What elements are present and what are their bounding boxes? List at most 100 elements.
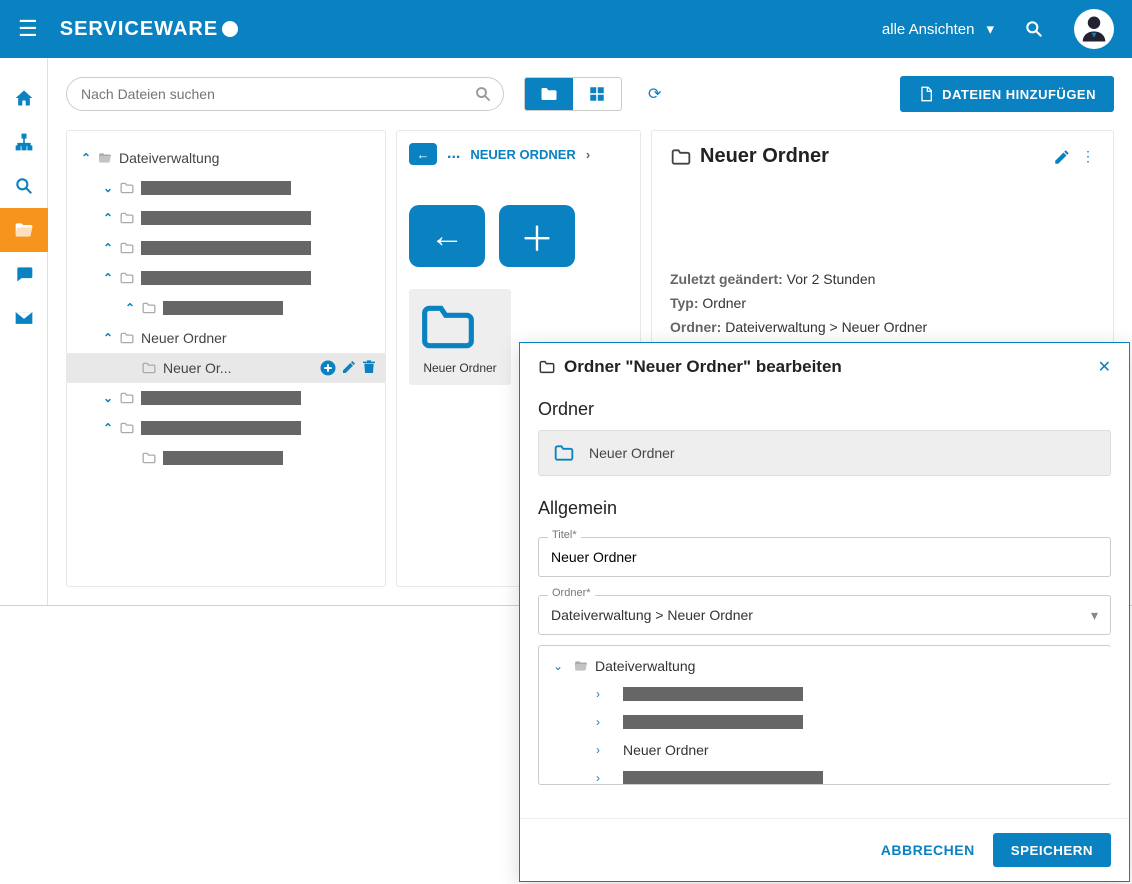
redacted-label bbox=[623, 771, 823, 785]
folder-tile-label: Neuer Ordner bbox=[415, 361, 505, 375]
folder-icon bbox=[119, 211, 135, 225]
chevron-up-icon[interactable]: ⌃ bbox=[119, 301, 141, 315]
view-grid-icon[interactable] bbox=[573, 78, 621, 110]
redacted-label bbox=[141, 391, 301, 405]
back-icon[interactable]: ← bbox=[409, 143, 437, 165]
save-button[interactable]: SPEICHERN bbox=[993, 833, 1111, 867]
tree-item-selected[interactable]: Neuer Or... bbox=[67, 353, 385, 383]
close-icon[interactable]: ✕ bbox=[1098, 357, 1111, 377]
tree-label: Dateiverwaltung bbox=[119, 150, 219, 166]
tree-item[interactable]: ⌃ bbox=[67, 203, 385, 233]
tree-panel: ⌃ Dateiverwaltung ⌄ ⌃ ⌃ bbox=[66, 130, 386, 587]
folder-chip-label: Neuer Ordner bbox=[589, 445, 675, 461]
tree-item[interactable] bbox=[67, 443, 385, 473]
chevron-right-icon[interactable]: › bbox=[589, 715, 607, 729]
tree-item[interactable]: ⌃ bbox=[67, 263, 385, 293]
big-add-button[interactable]: ＋ bbox=[499, 205, 575, 267]
chevron-up-icon[interactable]: ⌃ bbox=[97, 241, 119, 255]
chevron-up-icon[interactable]: ⌃ bbox=[97, 421, 119, 435]
search-input[interactable] bbox=[66, 77, 504, 111]
tree-item[interactable]: ⌃ bbox=[67, 233, 385, 263]
tree-picker-root[interactable]: ⌄ Dateiverwaltung bbox=[539, 652, 1111, 680]
chevron-right-icon[interactable]: › bbox=[589, 771, 607, 785]
folder-chip[interactable]: Neuer Ordner bbox=[538, 430, 1111, 476]
toolbar: ⟳ DATEIEN HINZUFÜGEN bbox=[48, 58, 1132, 130]
edit-folder-dialog: Ordner "Neuer Ordner" bearbeiten ✕ Ordne… bbox=[519, 342, 1130, 882]
brand-dot-icon bbox=[222, 21, 238, 37]
add-files-button[interactable]: DATEIEN HINZUFÜGEN bbox=[900, 76, 1114, 112]
avatar[interactable] bbox=[1074, 9, 1114, 49]
chevron-down-icon[interactable]: ⌄ bbox=[97, 181, 119, 195]
folder-select-value: Dateiverwaltung > Neuer Ordner bbox=[551, 607, 753, 623]
folder-icon bbox=[415, 299, 505, 355]
cancel-button[interactable]: ABBRECHEN bbox=[881, 842, 975, 858]
tree-root[interactable]: ⌃ Dateiverwaltung bbox=[67, 143, 385, 173]
section-folder-title: Ordner bbox=[538, 399, 1111, 420]
tree-item[interactable]: ⌄ bbox=[67, 383, 385, 413]
redacted-label bbox=[623, 687, 803, 701]
view-selector[interactable]: alle Ansichten▾ bbox=[882, 20, 994, 38]
folder-icon bbox=[141, 451, 157, 465]
nav-files-icon[interactable] bbox=[0, 208, 48, 252]
edit-icon[interactable] bbox=[341, 359, 357, 377]
tree-item-neuer-ordner[interactable]: ⌃ Neuer Ordner bbox=[67, 323, 385, 353]
folder-tile[interactable]: Neuer Ordner bbox=[409, 289, 511, 385]
title-input[interactable] bbox=[538, 537, 1111, 577]
nav-mail-icon[interactable] bbox=[0, 296, 48, 340]
tree-label: Neuer Or... bbox=[163, 360, 231, 376]
folder-open-icon bbox=[97, 151, 113, 165]
chevron-right-icon[interactable]: › bbox=[589, 687, 607, 701]
chevron-down-icon[interactable]: ⌄ bbox=[549, 659, 567, 673]
breadcrumb: ← ... NEUER ORDNER › bbox=[409, 143, 628, 165]
delete-icon[interactable] bbox=[361, 359, 377, 377]
brand: SERVICEWARE bbox=[60, 18, 238, 41]
topbar-search-icon[interactable] bbox=[1024, 19, 1044, 39]
redacted-label bbox=[163, 451, 283, 465]
folder-icon bbox=[119, 181, 135, 195]
chevron-up-icon[interactable]: ⌃ bbox=[97, 211, 119, 225]
type-label: Typ: bbox=[670, 295, 699, 311]
redacted-label bbox=[141, 421, 301, 435]
folder-icon bbox=[141, 361, 157, 375]
tree-item[interactable]: ⌃ bbox=[67, 293, 385, 323]
redacted-label bbox=[623, 715, 803, 729]
add-icon[interactable] bbox=[319, 359, 337, 377]
tree-picker-item[interactable]: › bbox=[539, 680, 1111, 708]
menu-icon[interactable]: ☰ bbox=[18, 16, 38, 42]
breadcrumb-dots[interactable]: ... bbox=[447, 145, 460, 163]
nav-chat-icon[interactable] bbox=[0, 252, 48, 296]
detail-meta: Zuletzt geändert: Vor 2 Stunden Typ: Ord… bbox=[670, 268, 1095, 339]
tree-picker-item[interactable]: › Neuer Ordner bbox=[539, 736, 1111, 764]
tree-picker-item[interactable]: › bbox=[539, 764, 1111, 785]
tree-label: Neuer Ordner bbox=[141, 330, 227, 346]
left-nav bbox=[0, 58, 48, 605]
folder-select[interactable]: Dateiverwaltung > Neuer Ordner ▾ bbox=[538, 595, 1111, 635]
path-label: Ordner: bbox=[670, 319, 721, 335]
refresh-icon[interactable]: ⟳ bbox=[648, 84, 661, 104]
dropdown-icon: ▾ bbox=[1091, 607, 1098, 624]
topbar: ☰ SERVICEWARE alle Ansichten▾ bbox=[0, 0, 1132, 58]
more-icon[interactable]: ⋮ bbox=[1081, 148, 1095, 165]
edit-icon[interactable] bbox=[1053, 148, 1071, 166]
big-back-button[interactable]: ← bbox=[409, 205, 485, 267]
breadcrumb-label[interactable]: NEUER ORDNER bbox=[470, 147, 575, 162]
tree-picker-item[interactable]: › bbox=[539, 708, 1111, 736]
view-toggle bbox=[524, 77, 622, 111]
nav-sitemap-icon[interactable] bbox=[0, 120, 48, 164]
section-general-title: Allgemein bbox=[538, 498, 1111, 519]
chevron-right-icon: › bbox=[586, 147, 590, 162]
nav-home-icon[interactable] bbox=[0, 76, 48, 120]
tree-item[interactable]: ⌃ bbox=[67, 413, 385, 443]
search-icon[interactable] bbox=[474, 85, 492, 103]
type-value: Ordner bbox=[702, 295, 746, 311]
path-value: Dateiverwaltung > Neuer Ordner bbox=[725, 319, 927, 335]
chevron-up-icon[interactable]: ⌃ bbox=[97, 331, 119, 345]
redacted-label bbox=[141, 181, 291, 195]
tree-item[interactable]: ⌄ bbox=[67, 173, 385, 203]
chevron-up-icon[interactable]: ⌃ bbox=[97, 271, 119, 285]
chevron-down-icon[interactable]: ⌄ bbox=[97, 391, 119, 405]
nav-search-icon[interactable] bbox=[0, 164, 48, 208]
chevron-right-icon[interactable]: › bbox=[589, 743, 607, 757]
chevron-up-icon[interactable]: ⌃ bbox=[75, 151, 97, 165]
view-folder-icon[interactable] bbox=[525, 78, 573, 110]
